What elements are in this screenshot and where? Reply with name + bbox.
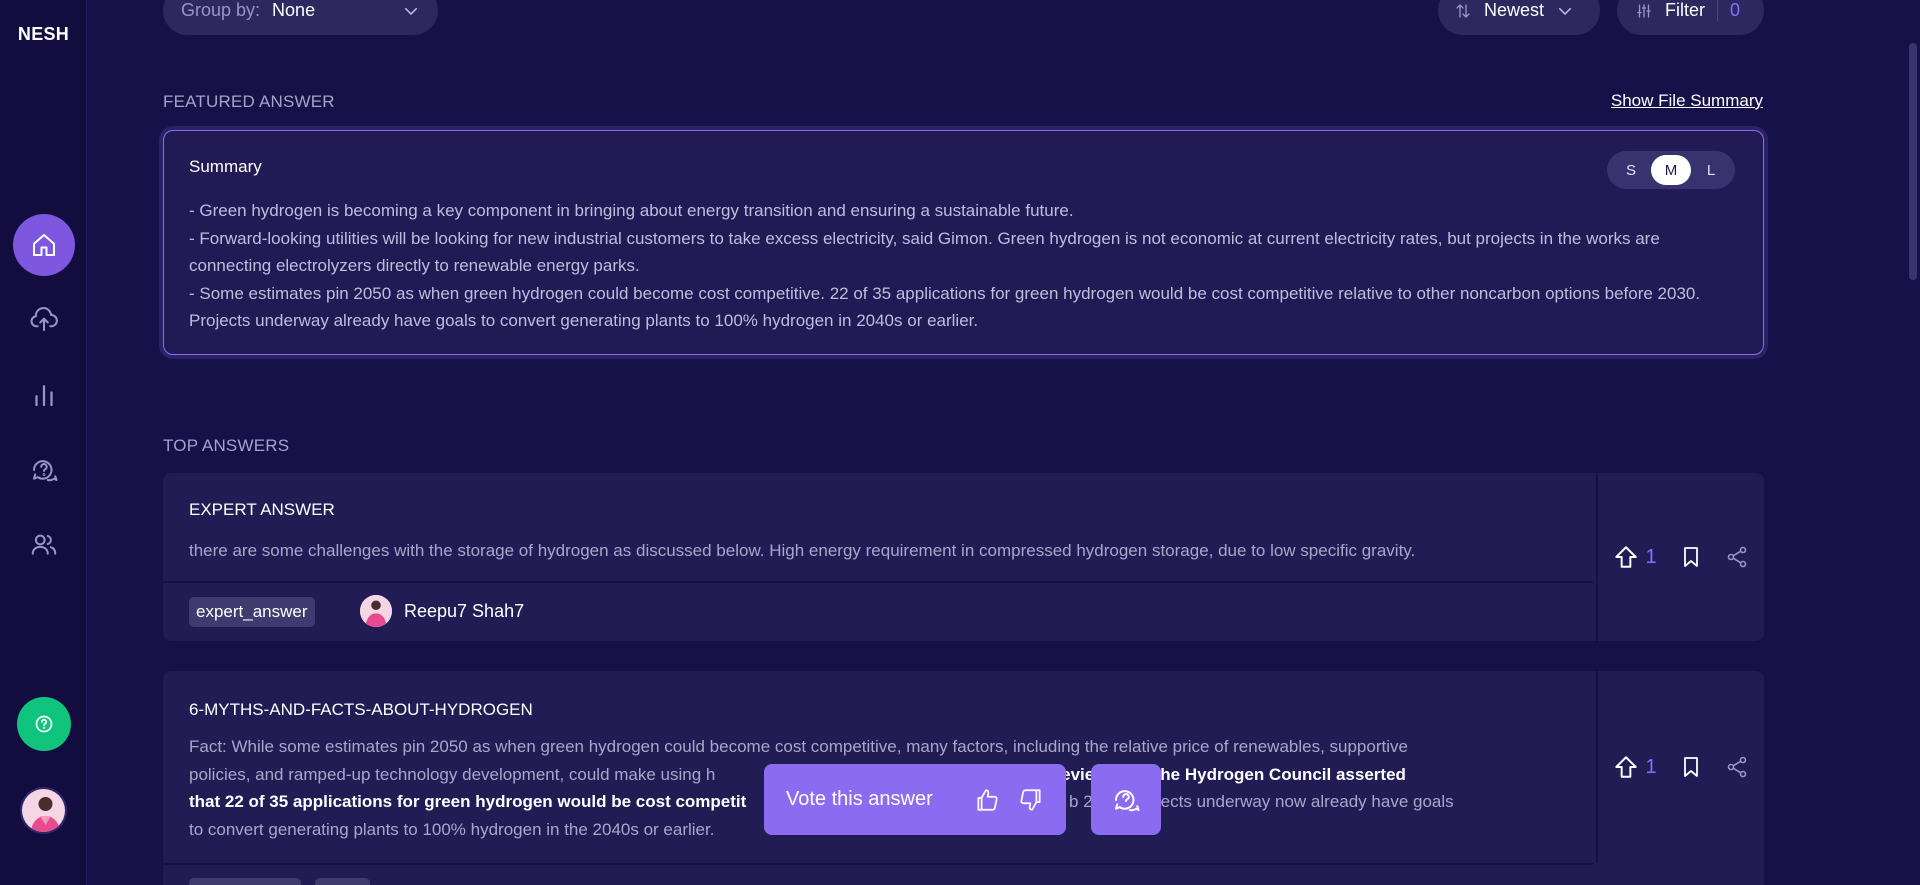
nav-analytics[interactable] bbox=[13, 364, 75, 426]
filter-count: 0 bbox=[1717, 0, 1740, 21]
filter-label: Filter bbox=[1665, 0, 1705, 20]
show-file-summary-link[interactable]: Show File Summary bbox=[1611, 91, 1763, 111]
answer-actions: 1 bbox=[1596, 473, 1764, 641]
nav-upload[interactable] bbox=[13, 289, 75, 351]
users-icon bbox=[31, 534, 57, 555]
summary-title: Summary bbox=[189, 157, 262, 176]
bar-chart-icon bbox=[35, 385, 53, 407]
app-logo[interactable]: NESH bbox=[0, 24, 87, 45]
nav-home[interactable] bbox=[13, 214, 75, 276]
share-icon bbox=[1727, 546, 1746, 568]
main-content: Group by: None Newest Filter 0 FEATURED … bbox=[163, 0, 1764, 885]
size-option-m[interactable]: M bbox=[1651, 155, 1691, 185]
author-name: Reepu7 Shah7 bbox=[404, 600, 525, 621]
answer-tag[interactable] bbox=[189, 878, 301, 885]
summary-size-toggle[interactable]: S M L bbox=[1607, 151, 1735, 189]
answer-tag[interactable]: expert_answer bbox=[189, 597, 315, 627]
help-circle-icon bbox=[35, 715, 53, 733]
answer-text-line: Fact: While some estimates pin 2050 as w… bbox=[189, 737, 1408, 756]
avatar-image bbox=[22, 789, 65, 832]
top-answers-heading: TOP ANSWERS bbox=[163, 436, 290, 455]
page-scrollbar[interactable] bbox=[1906, 0, 1920, 885]
upvote-count: 1 bbox=[1645, 755, 1657, 778]
thumbs-down-button[interactable] bbox=[1018, 787, 1044, 813]
sliders-icon bbox=[1637, 3, 1651, 18]
text-segment-bold: that 22 of 35 applications for green hyd… bbox=[189, 792, 747, 811]
arrow-up-icon bbox=[1615, 546, 1638, 568]
thumbs-up-button[interactable] bbox=[974, 787, 1000, 813]
user-avatar[interactable] bbox=[20, 787, 67, 834]
answer-tag[interactable] bbox=[315, 878, 370, 885]
group-by-value: None bbox=[272, 0, 316, 20]
answer-title: EXPERT ANSWER bbox=[189, 500, 335, 519]
help-button[interactable] bbox=[17, 697, 71, 751]
chevron-down-icon bbox=[1559, 7, 1572, 15]
size-option-s[interactable]: S bbox=[1611, 155, 1651, 185]
answer-actions: 1 bbox=[1596, 671, 1764, 863]
bookmark-button[interactable] bbox=[1679, 545, 1703, 569]
sort-icon bbox=[1456, 3, 1470, 18]
sidebar: NESH bbox=[0, 0, 87, 885]
author-avatar bbox=[360, 595, 392, 627]
upload-cloud-icon bbox=[30, 307, 58, 331]
chat-question-icon bbox=[32, 460, 58, 482]
summary-line: - Forward-looking utilities will be look… bbox=[189, 228, 1660, 276]
chat-question-icon bbox=[1114, 789, 1140, 811]
thumbs-up-icon bbox=[977, 788, 998, 811]
divider bbox=[163, 581, 1593, 583]
discussion-button[interactable] bbox=[1091, 764, 1161, 835]
nav-questions[interactable] bbox=[13, 439, 75, 501]
size-option-l[interactable]: L bbox=[1691, 155, 1731, 185]
chevron-down-icon bbox=[405, 7, 417, 15]
summary-line: - Some estimates pin 2050 as when green … bbox=[189, 283, 1701, 331]
upvote-button[interactable]: 1 bbox=[1613, 544, 1657, 570]
share-icon bbox=[1727, 756, 1746, 778]
thumbs-down-icon bbox=[1020, 788, 1041, 811]
vote-bar-label: Vote this answer bbox=[786, 788, 933, 810]
upvote-count: 1 bbox=[1645, 545, 1657, 568]
group-by-select[interactable]: Group by: None bbox=[163, 0, 438, 35]
arrow-up-icon bbox=[1615, 756, 1638, 778]
bookmark-icon bbox=[1683, 547, 1698, 567]
nav-users[interactable] bbox=[13, 514, 75, 576]
sort-select[interactable]: Newest bbox=[1438, 0, 1600, 35]
featured-summary-card: Summary S M L - Green hydrogen is becomi… bbox=[163, 130, 1764, 355]
scrollbar-thumb[interactable] bbox=[1909, 43, 1917, 280]
text-segment-bold: A review from the Hydrogen Council asser… bbox=[1034, 764, 1406, 784]
home-icon bbox=[33, 234, 55, 256]
sort-value: Newest bbox=[1484, 0, 1545, 20]
upvote-button[interactable]: 1 bbox=[1613, 754, 1657, 780]
bookmark-icon bbox=[1683, 757, 1698, 777]
summary-text: - Green hydrogen is becoming a key compo… bbox=[189, 197, 1738, 335]
answer-text: there are some challenges with the stora… bbox=[189, 541, 1416, 560]
filter-button[interactable]: Filter 0 bbox=[1617, 0, 1764, 35]
bookmark-button[interactable] bbox=[1679, 755, 1703, 779]
answer-title: 6-MYTHS-AND-FACTS-ABOUT-HYDROGEN bbox=[189, 700, 533, 719]
featured-answer-heading: FEATURED ANSWER bbox=[163, 92, 335, 111]
share-button[interactable] bbox=[1725, 545, 1749, 569]
share-button[interactable] bbox=[1725, 755, 1749, 779]
answer-card: EXPERT ANSWER there are some challenges … bbox=[163, 473, 1764, 641]
text-segment: policies, and ramped-up technology devel… bbox=[189, 764, 716, 784]
group-by-label: Group by: bbox=[181, 0, 261, 20]
answer-author[interactable]: Reepu7 Shah7 bbox=[360, 595, 524, 627]
summary-line: - Green hydrogen is becoming a key compo… bbox=[189, 201, 1074, 220]
vote-this-answer-bar: Vote this answer bbox=[764, 764, 1066, 835]
divider bbox=[163, 863, 1593, 865]
